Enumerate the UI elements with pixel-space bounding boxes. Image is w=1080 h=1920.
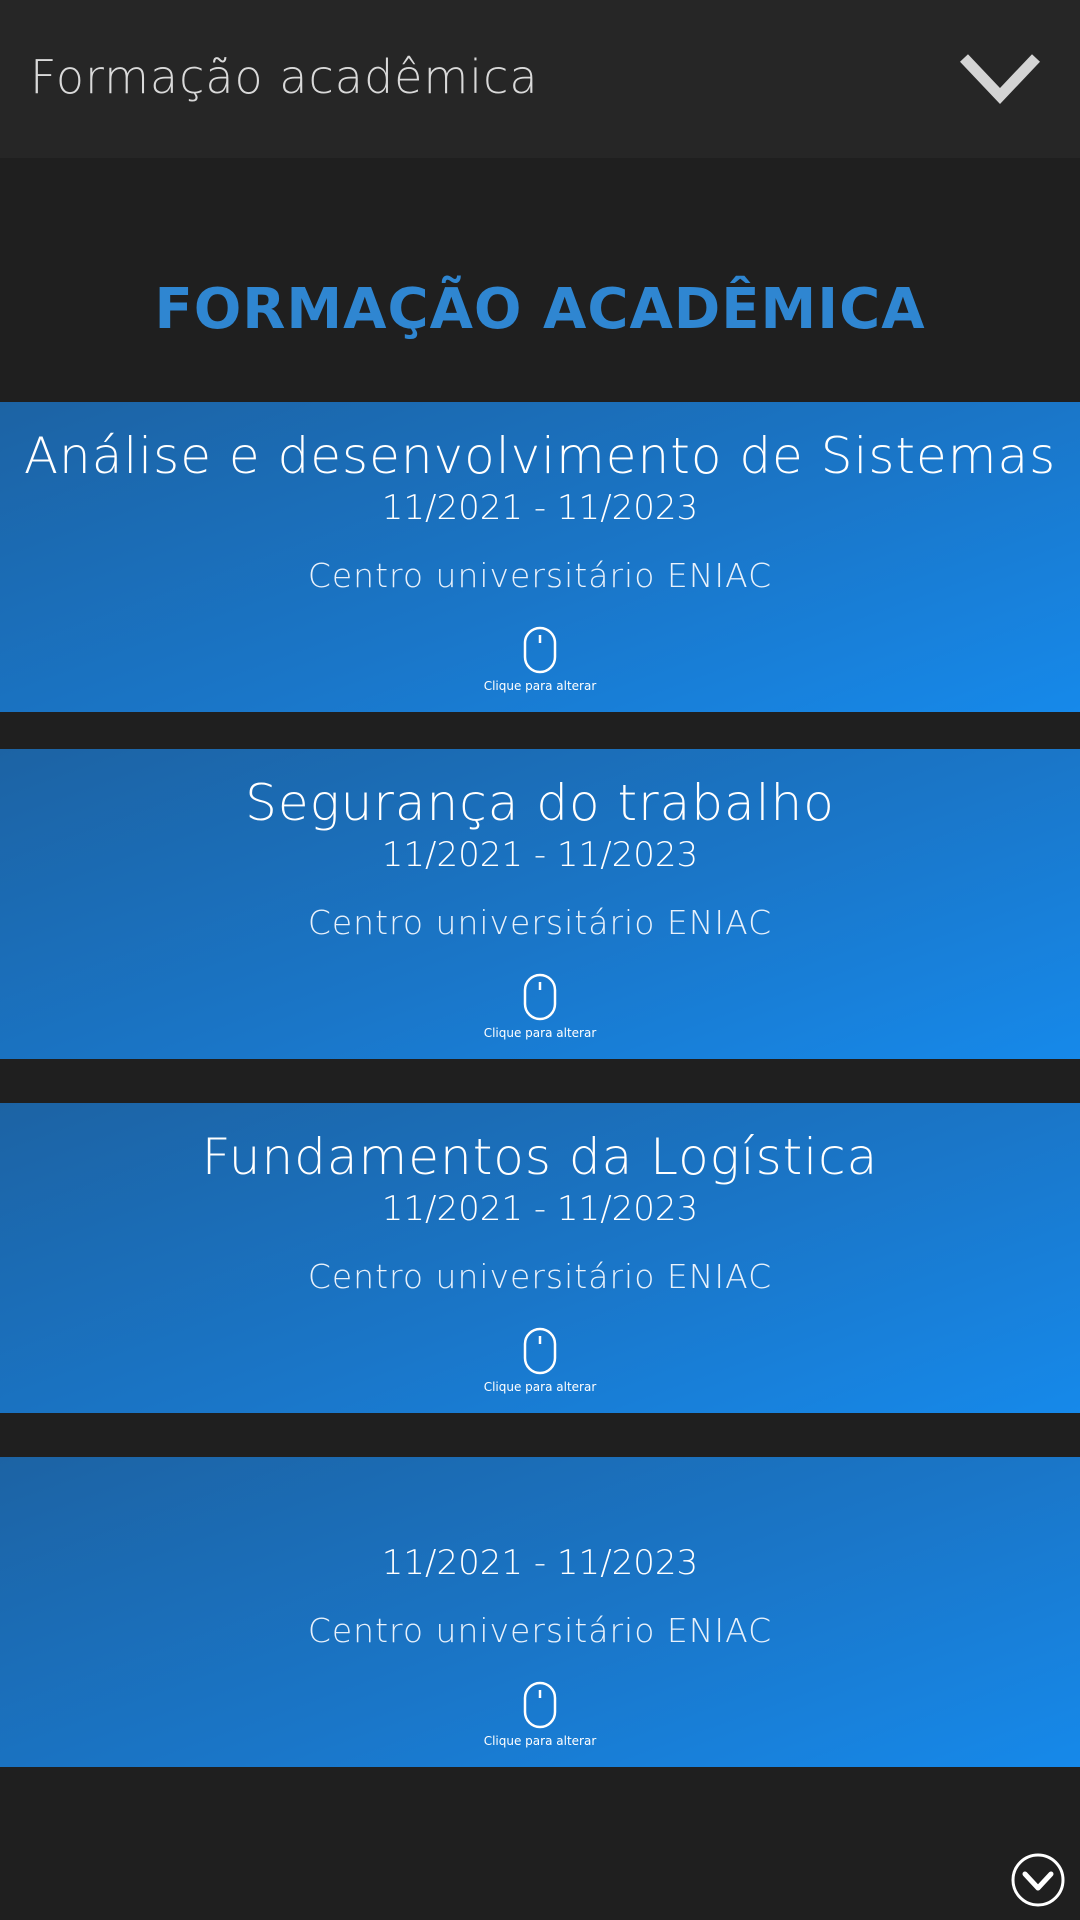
header-bar: Formação acadêmica — [0, 0, 1080, 158]
mouse-icon — [523, 973, 557, 1021]
course-title: Análise e desenvolvimento de Sistemas — [23, 427, 1057, 485]
click-hint: Clique para alterar — [483, 1380, 597, 1394]
circle-chevron-down-icon[interactable] — [1010, 1852, 1066, 1908]
education-card[interactable]: 11/2021 - 11/2023 Centro universitário E… — [0, 1457, 1080, 1767]
click-hint: Clique para alterar — [483, 1026, 597, 1040]
click-hint: Clique para alterar — [483, 679, 597, 693]
education-card[interactable]: Segurança do trabalho 11/2021 - 11/2023 … — [0, 749, 1080, 1059]
institution-name: Centro universitário ENIAC — [307, 903, 773, 942]
course-title: Segurança do trabalho — [245, 774, 835, 832]
header-title: Formação acadêmica — [30, 50, 539, 104]
mouse-icon — [523, 1681, 557, 1729]
course-dates: 11/2021 - 11/2023 — [381, 835, 699, 875]
mouse-icon — [523, 626, 557, 674]
section-title: FORMAÇÃO ACADÊMICA — [154, 277, 926, 342]
course-dates: 11/2021 - 11/2023 — [381, 1543, 699, 1583]
education-card[interactable]: Análise e desenvolvimento de Sistemas 11… — [0, 402, 1080, 712]
chevron-down-icon[interactable] — [958, 50, 1042, 110]
click-hint: Clique para alterar — [483, 1734, 597, 1748]
mouse-icon — [523, 1327, 557, 1375]
course-dates: 11/2021 - 11/2023 — [381, 488, 699, 528]
institution-name: Centro universitário ENIAC — [307, 1257, 773, 1296]
institution-name: Centro universitário ENIAC — [307, 1611, 773, 1650]
institution-name: Centro universitário ENIAC — [307, 556, 773, 595]
course-dates: 11/2021 - 11/2023 — [381, 1189, 699, 1229]
course-title: Fundamentos da Logística — [201, 1128, 879, 1186]
education-card[interactable]: Fundamentos da Logística 11/2021 - 11/20… — [0, 1103, 1080, 1413]
